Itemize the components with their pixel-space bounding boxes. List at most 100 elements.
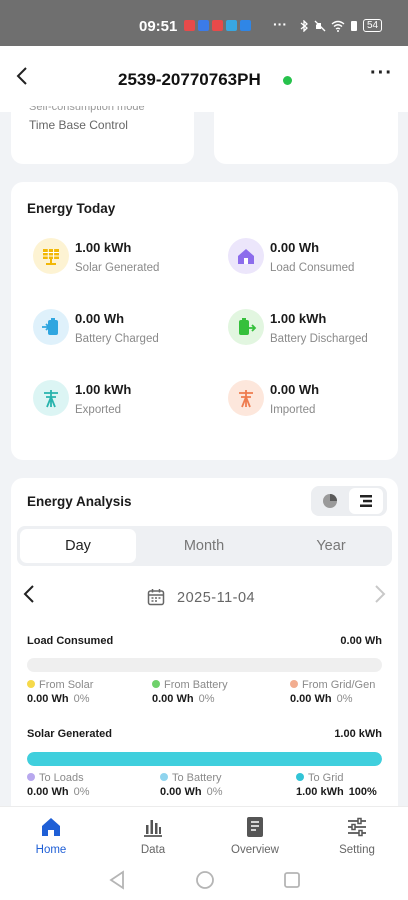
status-time: 09:51 bbox=[139, 18, 178, 35]
load-consumed-bar bbox=[27, 658, 382, 672]
period-tabs: Day Month Year bbox=[17, 526, 392, 566]
legend-dot bbox=[27, 680, 35, 688]
legend-dot bbox=[160, 773, 168, 781]
nav-home[interactable]: Home bbox=[11, 815, 91, 856]
nav-data[interactable]: Data bbox=[113, 815, 193, 856]
battery-discharged-value: 1.00 kWh bbox=[270, 311, 327, 326]
battery-discharge-icon bbox=[228, 309, 264, 345]
app-notification-icon bbox=[198, 20, 209, 31]
exported-value: 1.00 kWh bbox=[75, 382, 132, 397]
legend-to-battery: To Battery 0.00 Wh 0% bbox=[160, 772, 223, 798]
legend-dot bbox=[152, 680, 160, 688]
more-menu-button[interactable]: ··· bbox=[370, 62, 393, 85]
grid-export-icon bbox=[33, 380, 69, 416]
legend-dot bbox=[27, 773, 35, 781]
solar-generated-value: 1.00 kWh bbox=[75, 240, 132, 255]
battery-icon: 54 bbox=[363, 19, 383, 32]
solar-generated-title: Solar Generated bbox=[27, 728, 112, 740]
load-consumed-label: Load Consumed bbox=[270, 262, 355, 274]
legend-dot bbox=[290, 680, 298, 688]
nav-overview[interactable]: Overview bbox=[215, 815, 295, 856]
device-title: 2539-20770763PH bbox=[118, 70, 261, 89]
legend-dot bbox=[296, 773, 304, 781]
cut-text: Self-consumption mode bbox=[29, 106, 145, 113]
online-status-dot bbox=[283, 76, 292, 85]
status-bar: 09:51 ··· 54 bbox=[0, 0, 408, 46]
energy-analysis-card: Energy Analysis Day Month Year 2025-11-0… bbox=[11, 478, 398, 818]
legend-from-grid: From Grid/Gen 0.00 Wh 0% bbox=[290, 679, 376, 705]
pie-chart-icon bbox=[323, 494, 337, 508]
sliders-icon bbox=[348, 817, 366, 837]
system-back-button[interactable] bbox=[108, 870, 126, 895]
info-card[interactable] bbox=[214, 96, 398, 164]
back-button[interactable] bbox=[16, 66, 28, 92]
system-nav-bar bbox=[0, 864, 408, 900]
chevron-left-icon bbox=[23, 585, 34, 603]
view-toggle bbox=[311, 486, 387, 516]
solar-panel-icon bbox=[33, 238, 69, 274]
tab-day[interactable]: Day bbox=[20, 529, 136, 563]
calendar-button[interactable] bbox=[147, 588, 165, 611]
app-notification-icon bbox=[226, 20, 237, 31]
house-icon bbox=[228, 238, 264, 274]
bottom-nav: Home Data Overview Setting bbox=[0, 806, 408, 864]
nav-setting[interactable]: Setting bbox=[317, 815, 397, 856]
solar-generated-bar-fill bbox=[27, 752, 382, 766]
bar-chart-icon bbox=[144, 820, 162, 837]
chevron-left-icon bbox=[16, 67, 27, 85]
notification-icons bbox=[184, 20, 251, 31]
wifi-icon bbox=[331, 20, 345, 32]
exported-item: 1.00 kWh Exported bbox=[33, 380, 203, 432]
solar-generated-item: 1.00 kWh Solar Generated bbox=[33, 238, 203, 290]
circle-home-icon bbox=[196, 871, 214, 889]
imported-label: Imported bbox=[270, 404, 316, 416]
document-icon bbox=[247, 817, 263, 837]
solar-generated-label: Solar Generated bbox=[75, 262, 160, 274]
battery-charged-label: Battery Charged bbox=[75, 333, 159, 345]
legend-to-grid: To Grid 1.00 kWh 100% bbox=[296, 772, 377, 798]
pie-view-button[interactable] bbox=[313, 488, 347, 514]
selected-date[interactable]: 2025-11-04 bbox=[177, 590, 255, 606]
load-consumed-item: 0.00 Wh Load Consumed bbox=[228, 238, 398, 290]
list-view-button[interactable] bbox=[349, 488, 383, 514]
mute-icon bbox=[314, 20, 326, 31]
tab-month[interactable]: Month bbox=[146, 529, 262, 563]
calendar-icon bbox=[147, 589, 165, 606]
square-recents-icon bbox=[284, 872, 300, 888]
energy-today-title: Energy Today bbox=[27, 201, 116, 216]
energy-today-card: Energy Today 1.00 kWh Solar Generated 0.… bbox=[11, 182, 398, 460]
solar-generated-total: 1.00 kWh bbox=[334, 728, 382, 740]
system-recents-button[interactable] bbox=[283, 870, 301, 895]
load-consumed-total: 0.00 Wh bbox=[340, 635, 382, 647]
legend-from-solar: From Solar 0.00 Wh 0% bbox=[27, 679, 94, 705]
bar-list-icon bbox=[360, 495, 372, 507]
imported-value: 0.00 Wh bbox=[270, 382, 320, 397]
battery-charged-item: 0.00 Wh Battery Charged bbox=[33, 309, 203, 361]
battery-discharged-label: Battery Discharged bbox=[270, 333, 368, 345]
energy-analysis-title: Energy Analysis bbox=[27, 494, 132, 509]
nav-data-label: Data bbox=[140, 844, 166, 856]
home-icon bbox=[42, 818, 60, 836]
load-consumed-value: 0.00 Wh bbox=[270, 240, 320, 255]
load-consumed-title: Load Consumed bbox=[27, 635, 114, 647]
tab-year[interactable]: Year bbox=[273, 529, 389, 563]
exported-label: Exported bbox=[75, 404, 122, 416]
grid-import-icon bbox=[228, 380, 264, 416]
bluetooth-icon bbox=[300, 19, 308, 32]
battery-charged-value: 0.00 Wh bbox=[75, 311, 125, 326]
next-date-button[interactable] bbox=[374, 584, 386, 610]
triangle-back-icon bbox=[109, 870, 124, 890]
imported-item: 0.00 Wh Imported bbox=[228, 380, 398, 432]
legend-to-loads: To Loads 0.00 Wh 0% bbox=[27, 772, 90, 798]
previous-date-button[interactable] bbox=[23, 584, 35, 610]
time-base-control-label: Time Base Control bbox=[29, 118, 128, 132]
work-mode-card[interactable]: Self-consumption mode Time Base Control bbox=[11, 96, 194, 164]
chevron-right-icon bbox=[375, 585, 386, 603]
sim-icon bbox=[351, 20, 357, 31]
battery-discharged-item: 1.00 kWh Battery Discharged bbox=[228, 309, 398, 361]
legend-from-battery: From Battery 0.00 Wh 0% bbox=[152, 679, 228, 705]
battery-charge-icon bbox=[33, 309, 69, 345]
solar-generated-bar bbox=[27, 752, 382, 766]
system-home-button[interactable] bbox=[195, 870, 215, 895]
date-navigator: 2025-11-04 bbox=[11, 582, 398, 612]
